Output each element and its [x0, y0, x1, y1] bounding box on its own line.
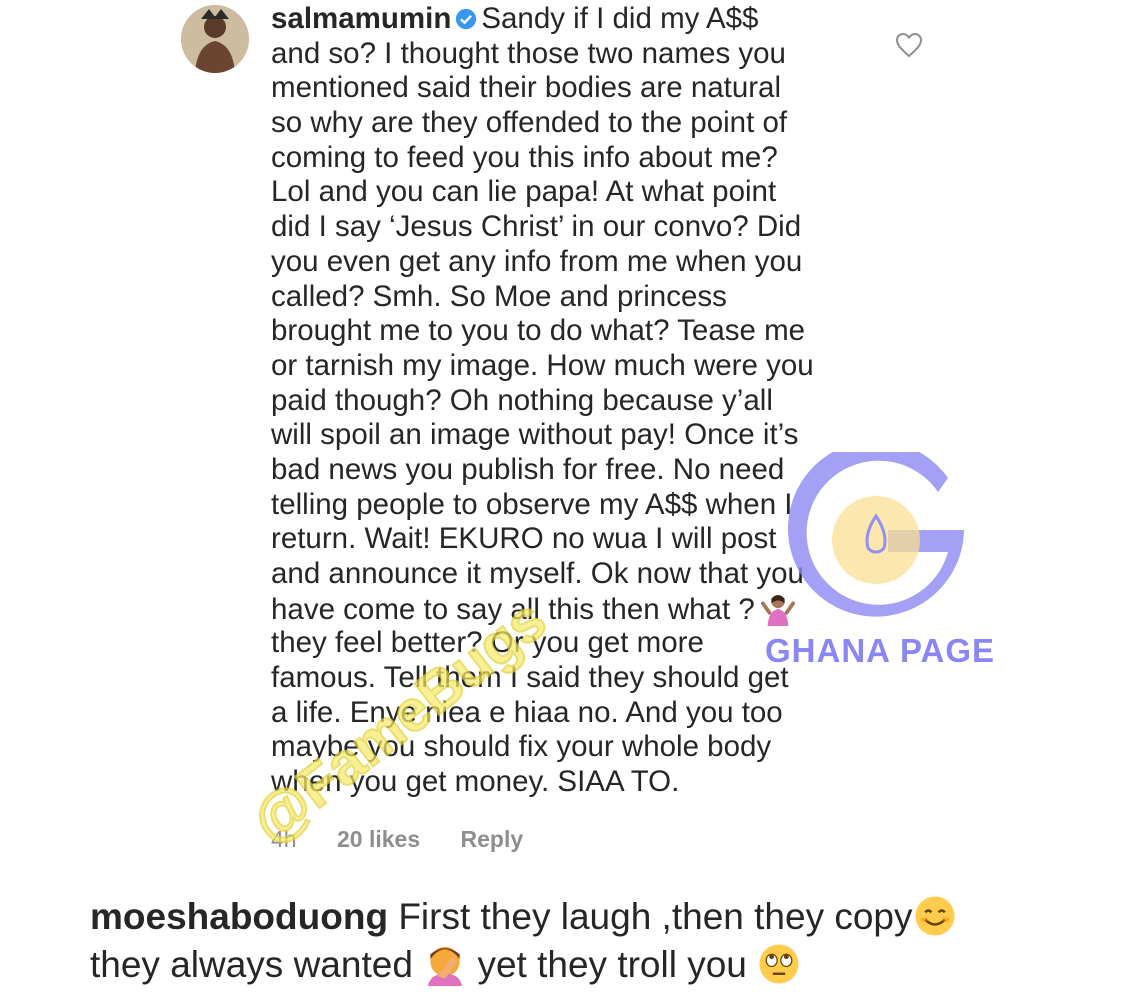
comment-line: so why are they offended to the point of	[271, 106, 788, 140]
avatar[interactable]	[181, 5, 249, 73]
comment: salmamumin Sandy if I did my A$$ and so? …	[271, 2, 871, 800]
comment-line: and so? I thought those two names you	[271, 36, 786, 70]
reply-line: they always wanted yet they troll you	[90, 941, 1090, 989]
avatar-image	[181, 5, 249, 73]
comment-line: will spoil an image without pay! Once it…	[271, 418, 799, 452]
comment-line: salmamumin Sandy if I did my A$$	[271, 2, 871, 37]
ghana-page-logo-icon	[788, 452, 964, 617]
ghana-page-watermark: GHANA PAGE	[765, 632, 996, 669]
comment-line: return. Wait! EKURO no wua I will post	[271, 522, 777, 556]
likes-count[interactable]: 20 likes	[337, 826, 420, 852]
reply-text: yet they troll you	[477, 944, 747, 985]
comment-line: brought me to you to do what? Tease me	[271, 314, 806, 348]
face-palm-emoji	[428, 946, 463, 986]
smiling-face-emoji	[914, 896, 955, 936]
reply-username[interactable]: moeshaboduong	[90, 896, 388, 937]
reply-text: they always wanted	[90, 944, 413, 985]
comment-line: or tarnish my image. How much were you	[271, 348, 814, 382]
comment-line: Lol and you can lie papa! At what point	[271, 175, 777, 209]
reply-comment: moeshaboduong First they laugh ,then the…	[90, 893, 1090, 989]
comment-line: paid though? Oh nothing because y’all	[271, 383, 773, 417]
reply-button[interactable]: Reply	[461, 826, 524, 852]
reply-line: moeshaboduong First they laugh ,then the…	[90, 893, 1090, 941]
comment-line: you even get any info from me when you	[271, 244, 803, 278]
comment-line: called? Smh. So Moe and princess	[271, 279, 727, 313]
comment-line: bad news you publish for free. No need	[271, 452, 785, 486]
comment-line: telling people to observe my A$$ when I	[271, 487, 793, 521]
comment-line: coming to feed you this info about me?	[271, 140, 778, 174]
reply-text: First they laugh ,then they copy	[398, 896, 913, 937]
comment-line: did I say ‘Jesus Christ’ in our convo? D…	[271, 210, 802, 244]
verified-badge-icon	[456, 8, 477, 30]
comment-line: and announce it myself. Ok now that you	[271, 557, 804, 590]
heart-icon[interactable]	[895, 32, 923, 58]
eye-roll-emoji	[759, 944, 799, 984]
comment-text: Sandy if I did my A$$	[481, 2, 759, 35]
comment-username[interactable]: salmamumin	[271, 2, 451, 35]
comment-line: mentioned said their bodies are natural	[271, 71, 782, 105]
comment-line: have come to say all this then what ?	[271, 592, 871, 627]
